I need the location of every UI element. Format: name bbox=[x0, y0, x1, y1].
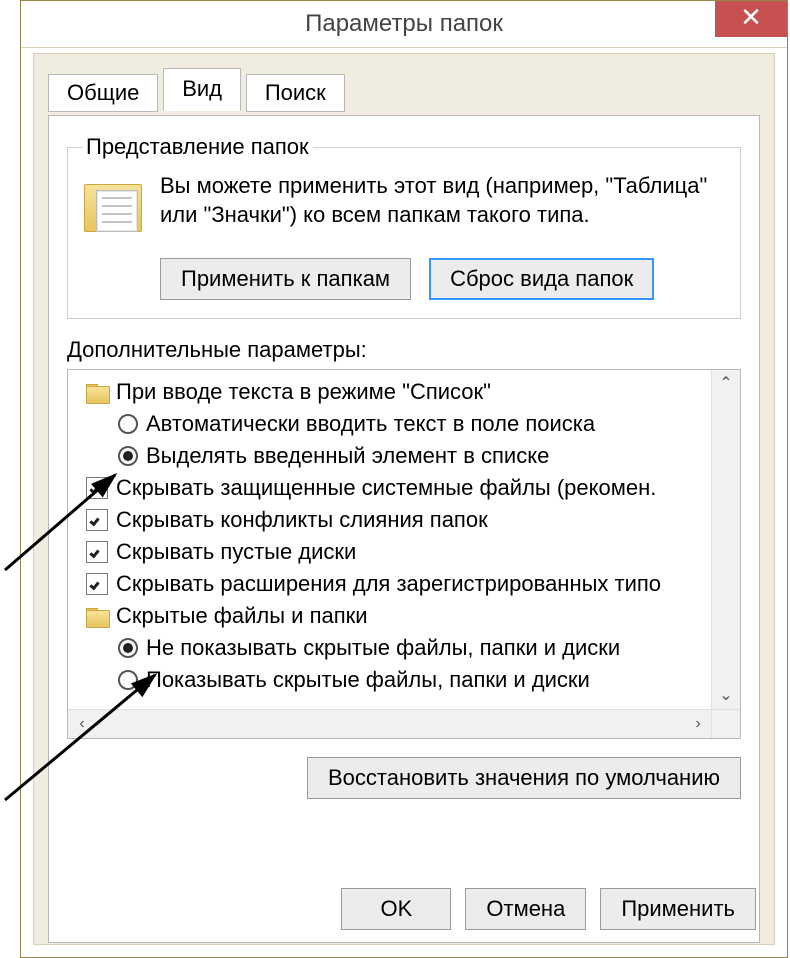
folder-options-window: Параметры папок ✕ Общие Вид Поиск Предст… bbox=[20, 0, 788, 958]
radio-icon[interactable] bbox=[118, 638, 138, 658]
restore-defaults-button[interactable]: Восстановить значения по умолчанию bbox=[307, 757, 741, 799]
tree-item-hidden-files-folder[interactable]: Скрытые файлы и папки bbox=[80, 600, 712, 632]
advanced-settings-label: Дополнительные параметры: bbox=[67, 337, 741, 363]
radio-icon[interactable] bbox=[118, 446, 138, 466]
tree-content: При вводе текста в режиме "Список" Автом… bbox=[68, 370, 712, 710]
dialog-footer: OK Отмена Применить bbox=[341, 888, 756, 930]
reset-folder-views-button[interactable]: Сброс вида папок bbox=[429, 258, 654, 300]
tab-general[interactable]: Общие bbox=[48, 74, 158, 112]
tab-strip: Общие Вид Поиск bbox=[48, 68, 760, 116]
vertical-scrollbar[interactable]: ⌃ ⌄ bbox=[711, 370, 740, 710]
folder-icon bbox=[86, 384, 108, 402]
titlebar: Параметры папок ✕ bbox=[21, 1, 787, 48]
tree-item-hide-extensions[interactable]: Скрывать расширения для зарегистрированн… bbox=[80, 568, 712, 600]
cancel-button[interactable]: Отмена bbox=[465, 888, 586, 930]
horizontal-scrollbar[interactable]: ‹ › bbox=[68, 709, 712, 738]
apply-to-folders-button[interactable]: Применить к папкам bbox=[160, 258, 411, 300]
tree-item-list-typing[interactable]: При вводе текста в режиме "Список" bbox=[80, 376, 712, 408]
close-icon: ✕ bbox=[740, 2, 762, 32]
tree-item-auto-type-search[interactable]: Автоматически вводить текст в поле поиск… bbox=[80, 408, 712, 440]
folder-views-group: Представление папок Вы можете применить … bbox=[67, 134, 741, 319]
client-area: Общие Вид Поиск Представление папок Вы м… bbox=[33, 53, 775, 945]
folder-icon bbox=[86, 608, 108, 626]
folder-views-description: Вы можете применить этот вид (например, … bbox=[160, 172, 726, 229]
tree-item-show-hidden[interactable]: Показывать скрытые файлы, папки и диски bbox=[80, 664, 712, 696]
window-title: Параметры папок bbox=[21, 1, 787, 47]
tab-view[interactable]: Вид bbox=[163, 68, 241, 111]
advanced-settings-tree[interactable]: При вводе текста в режиме "Список" Автом… bbox=[67, 369, 741, 739]
scroll-up-icon[interactable]: ⌃ bbox=[712, 370, 740, 398]
tree-item-hide-empty-drives[interactable]: Скрывать пустые диски bbox=[80, 536, 712, 568]
tree-item-hide-protected-os-files[interactable]: Скрывать защищенные системные файлы (рек… bbox=[80, 472, 712, 504]
ok-button[interactable]: OK bbox=[341, 888, 451, 930]
radio-icon[interactable] bbox=[118, 670, 138, 690]
checkbox-icon[interactable] bbox=[86, 477, 108, 499]
tab-panel-view: Представление папок Вы можете применить … bbox=[48, 115, 760, 943]
tree-item-hide-merge-conflicts[interactable]: Скрывать конфликты слияния папок bbox=[80, 504, 712, 536]
tree-item-select-typed-item[interactable]: Выделять введенный элемент в списке bbox=[80, 440, 712, 472]
folder-views-icon bbox=[82, 178, 144, 240]
scroll-left-icon[interactable]: ‹ bbox=[68, 710, 96, 738]
apply-button[interactable]: Применить bbox=[600, 888, 756, 930]
checkbox-icon[interactable] bbox=[86, 541, 108, 563]
checkbox-icon[interactable] bbox=[86, 509, 108, 531]
close-button[interactable]: ✕ bbox=[715, 1, 787, 37]
scroll-right-icon[interactable]: › bbox=[684, 710, 712, 738]
radio-icon[interactable] bbox=[118, 414, 138, 434]
tree-item-dont-show-hidden[interactable]: Не показывать скрытые файлы, папки и дис… bbox=[80, 632, 712, 664]
scroll-corner bbox=[711, 709, 740, 738]
scroll-down-icon[interactable]: ⌄ bbox=[712, 682, 740, 710]
tab-search[interactable]: Поиск bbox=[246, 74, 345, 112]
checkbox-icon[interactable] bbox=[86, 573, 108, 595]
folder-views-legend: Представление папок bbox=[82, 134, 313, 160]
